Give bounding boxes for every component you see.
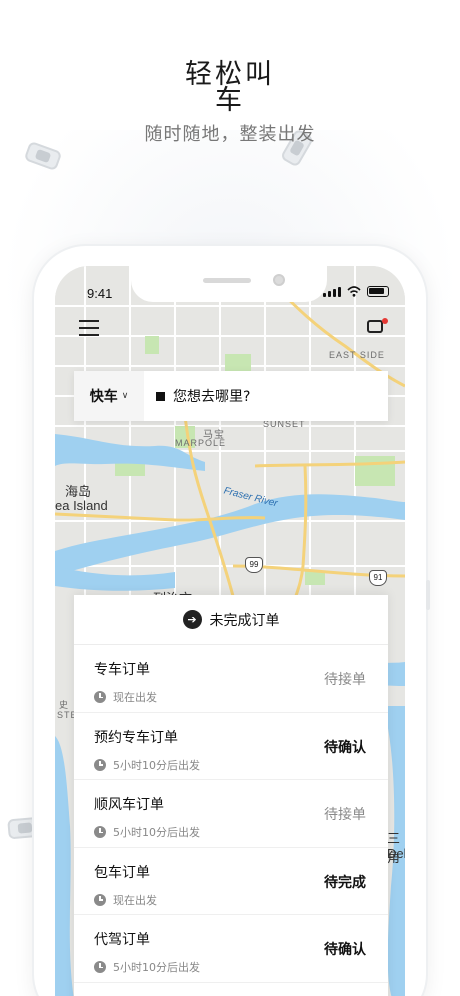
order-item[interactable]: 专车订单 现在出发 待接单 [74, 645, 388, 713]
order-status: 待接单 [324, 672, 366, 688]
message-button[interactable] [367, 318, 388, 336]
clock-icon [94, 826, 106, 838]
order-item[interactable]: 包车订单 现在出发 待完成 [74, 848, 388, 915]
order-time: 现在出发 [113, 691, 157, 704]
headline-title: 轻松叫车 [185, 59, 275, 116]
notification-dot [382, 318, 388, 324]
order-item[interactable]: 预约专车订单 5小时10分后出发 待确认 [74, 713, 388, 780]
order-status: 待确认 [324, 739, 366, 756]
order-status: 待完成 [324, 874, 366, 891]
chevron-down-icon: ∨ [121, 391, 129, 401]
arrow-right-icon: ➔ [182, 610, 202, 629]
clock-icon [94, 758, 106, 771]
battery-icon [367, 286, 389, 297]
speaker [203, 278, 251, 283]
orders-header-label: 未完成订单 [209, 612, 280, 629]
order-time-row: 5小时10分后出发 [94, 757, 388, 773]
order-time-row: 5小时10分后出发 [94, 959, 388, 975]
wifi-icon [347, 286, 361, 297]
car-type-selector[interactable]: 快车 ∨ [74, 371, 144, 421]
order-time: 5小时10分后出发 [113, 826, 200, 839]
clock-icon [94, 961, 106, 973]
headline: 轻松叫车 随时随地，整装出发 [0, 59, 460, 146]
signal-icon [323, 286, 341, 297]
order-time: 5小时10分后出发 [113, 758, 200, 772]
order-status: 待确认 [324, 942, 366, 958]
message-icon [367, 320, 383, 333]
status-time: 9:41 [87, 286, 113, 301]
order-time: 5小时10分后出发 [113, 961, 200, 974]
car-type-label: 快车 [89, 389, 118, 405]
phone-side-button [426, 580, 430, 610]
orders-header[interactable]: ➔ 未完成订单 [74, 595, 388, 645]
clock-icon [94, 893, 106, 906]
destination-placeholder: 您想去哪里? [173, 389, 251, 405]
order-status: 待接单 [324, 807, 366, 823]
menu-button[interactable] [79, 320, 99, 336]
unfinished-orders-panel: ➔ 未完成订单 专车订单 现在出发 待接单 预约专车订单 5小时10分后出发 待… [74, 595, 388, 996]
phone-notch [131, 266, 327, 302]
order-item[interactable]: 代驾订单 5小时10分后出发 待确认 [74, 915, 388, 983]
map-label-sea-island: ea Island [55, 498, 108, 513]
camera [273, 274, 285, 286]
destination-input[interactable]: 您想去哪里? [144, 386, 250, 406]
status-icons [323, 286, 389, 297]
highway-shield-91: 91 [369, 570, 387, 586]
map-label-delta: Del [387, 846, 405, 861]
clock-icon [94, 691, 106, 703]
phone-screen: EAST SIDE SUNSET 马宝 MARPOLE Fraser River… [55, 266, 405, 996]
search-bar: 快车 ∨ 您想去哪里? [74, 371, 388, 421]
map-label-east-side: EAST SIDE [329, 350, 385, 360]
order-item[interactable]: 顺风车订单 5小时10分后出发 待接单 [74, 780, 388, 848]
order-time: 现在出发 [113, 893, 157, 907]
map-label-marpole: MARPOLE [175, 438, 227, 448]
order-time-row: 5小时10分后出发 [94, 824, 388, 840]
order-time-row: 现在出发 [94, 892, 388, 908]
destination-marker-icon [156, 391, 165, 401]
highway-shield-99: 99 [245, 557, 263, 573]
order-time-row: 现在出发 [94, 689, 388, 705]
headline-subtitle: 随时随地，整装出发 [144, 124, 316, 145]
